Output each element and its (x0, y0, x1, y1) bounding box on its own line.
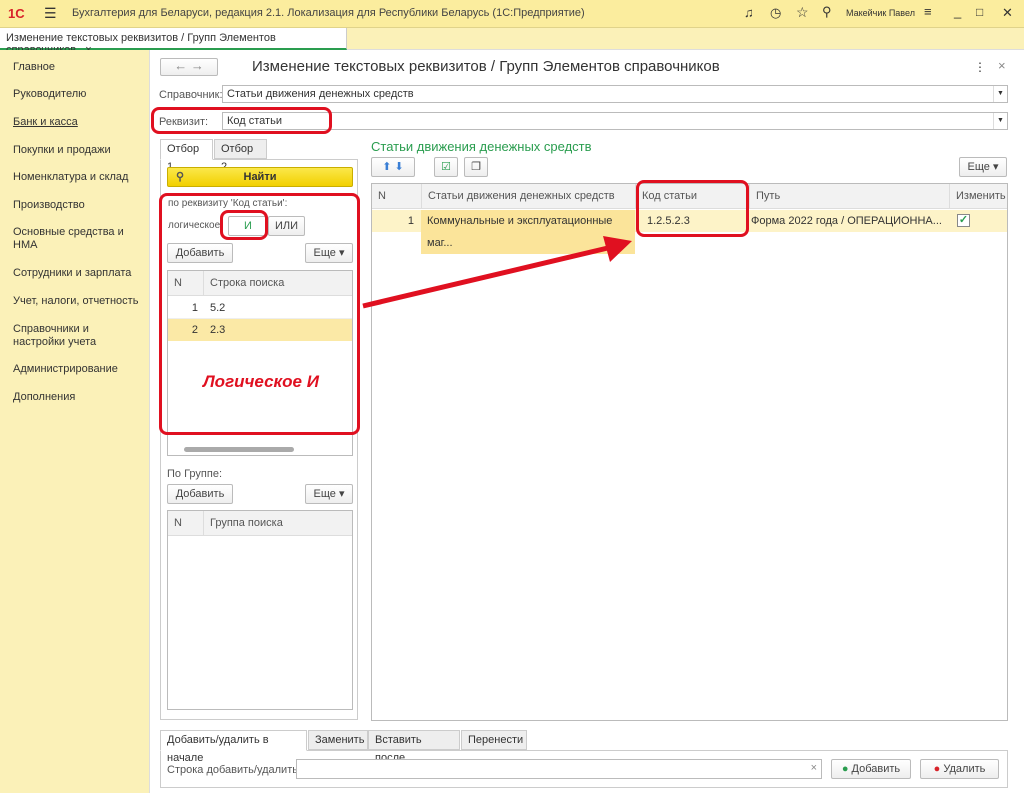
annotation-arrow (362, 236, 632, 309)
annotation-label: Логическое И (203, 372, 319, 391)
